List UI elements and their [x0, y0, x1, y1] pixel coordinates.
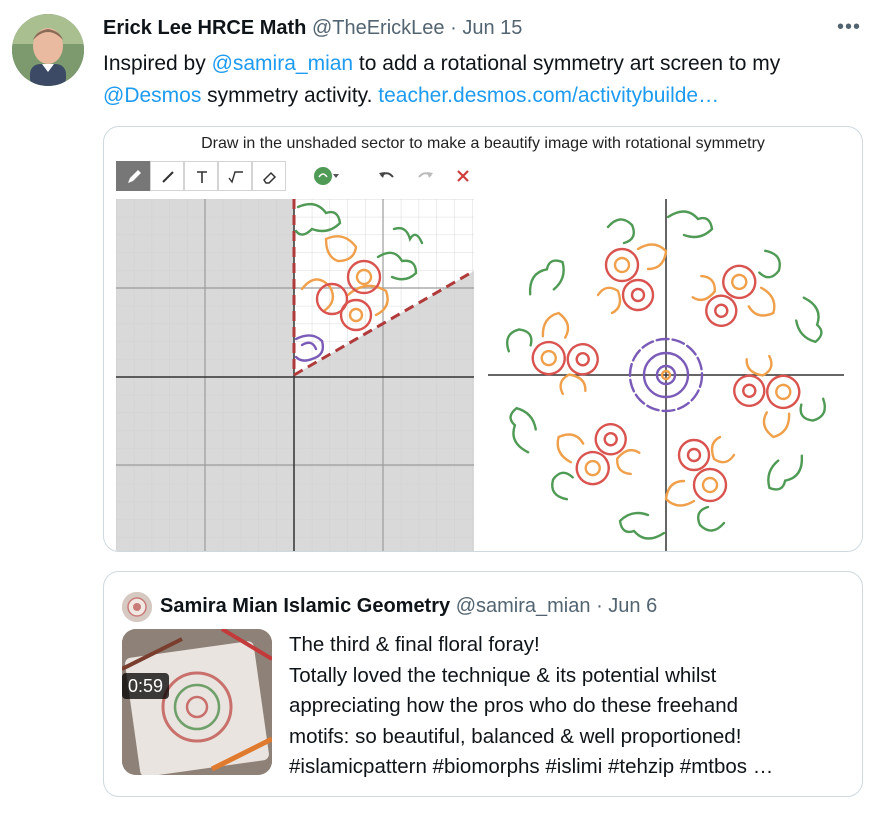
sqrt-icon[interactable]: [218, 161, 252, 191]
author-avatar[interactable]: [12, 14, 84, 86]
quoted-text-line: Totally loved the technique & its potent…: [289, 663, 717, 687]
quoted-separator: ·: [596, 595, 603, 617]
author-name[interactable]: Erick Lee HRCE Math: [103, 17, 306, 39]
undo-icon[interactable]: [370, 161, 404, 191]
media-title: Draw in the unshaded sector to make a be…: [201, 135, 765, 152]
tweet-text-part: Inspired by: [103, 52, 212, 75]
quoted-text: The third & final floral foray! Totally …: [289, 630, 849, 783]
quoted-text-line: motifs: so beautiful, balanced & well pr…: [289, 724, 742, 748]
quoted-author-handle[interactable]: @samira_mian: [456, 595, 591, 617]
tweet-text-part: symmetry activity.: [201, 84, 379, 107]
symmetry-result-image: [488, 199, 844, 551]
quoted-text-line[interactable]: #islamicpattern #biomorphs #islimi #tehz…: [289, 752, 849, 783]
quoted-text-line: appreciating how the pros who do these f…: [289, 694, 739, 717]
color-icon[interactable]: [306, 161, 340, 191]
tweet-header: Erick Lee HRCE Math @TheErickLee · Jun 1…: [103, 17, 522, 40]
more-options-icon[interactable]: •••: [834, 15, 864, 39]
quoted-author-name[interactable]: Samira Mian Islamic Geometry: [160, 595, 450, 617]
mention-link[interactable]: @Desmos: [103, 84, 201, 107]
tweet-media-image[interactable]: Draw in the unshaded sector to make a be…: [103, 126, 863, 552]
tweet-text: Inspired by @samira_mian to add a rotati…: [103, 48, 863, 112]
redo-icon[interactable]: [408, 161, 442, 191]
quoted-tweet[interactable]: Samira Mian Islamic Geometry @samira_mia…: [103, 571, 863, 797]
author-handle[interactable]: @TheErickLee: [312, 17, 445, 39]
tweet-date[interactable]: Jun 15: [462, 17, 522, 39]
mention-link[interactable]: @samira_mian: [212, 52, 354, 75]
quoted-author-avatar[interactable]: [122, 592, 152, 622]
quoted-header: Samira Mian Islamic Geometry @samira_mia…: [160, 595, 657, 618]
quoted-video-thumbnail[interactable]: [122, 629, 272, 775]
text-icon[interactable]: [184, 161, 218, 191]
tweet-text-part: to add a rotational symmetry art screen …: [353, 52, 781, 75]
quoted-date[interactable]: Jun 6: [608, 595, 657, 617]
video-duration-badge: 0:59: [122, 673, 170, 699]
sketch-toolbar: [116, 161, 469, 191]
header-separator: ·: [450, 17, 457, 39]
quoted-text-line: The third & final floral foray!: [289, 633, 540, 656]
eraser-icon[interactable]: [252, 161, 286, 191]
sketch-grid[interactable]: [116, 199, 474, 551]
url-link[interactable]: teacher.desmos.com/activitybuilde…: [378, 84, 719, 107]
clear-icon[interactable]: [446, 161, 480, 191]
line-icon[interactable]: [150, 161, 184, 191]
pencil-icon[interactable]: [116, 161, 150, 191]
